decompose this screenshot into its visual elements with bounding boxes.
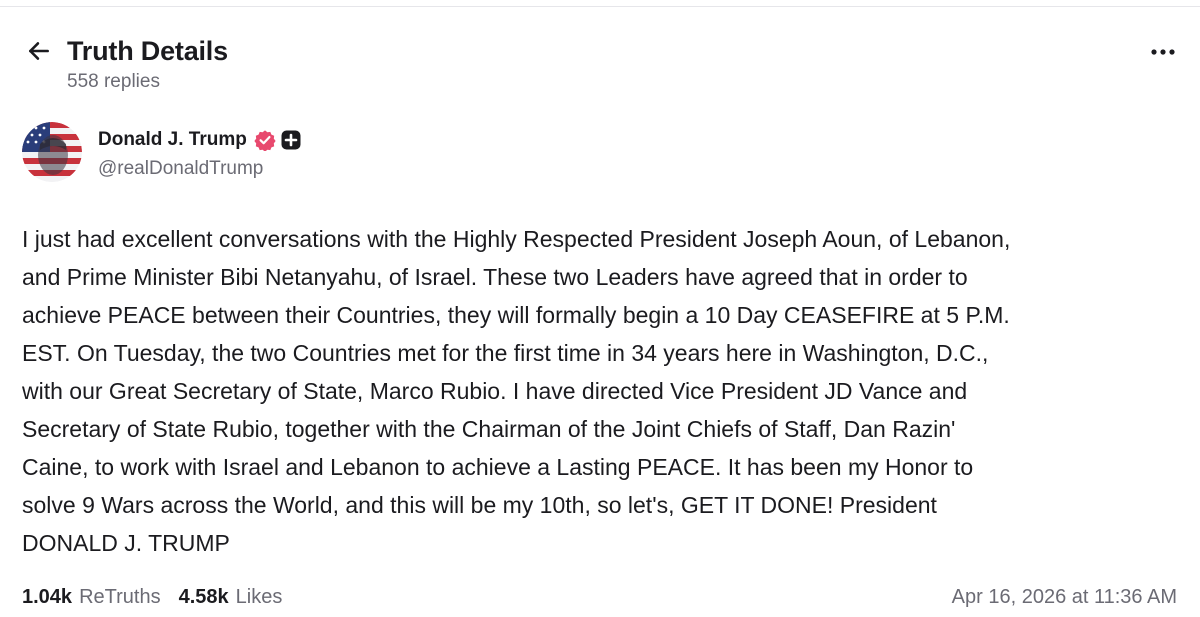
page-title: Truth Details: [67, 36, 228, 66]
likes-stat[interactable]: 4.58k Likes: [179, 584, 283, 610]
back-button[interactable]: [22, 34, 56, 68]
reply-count: 558 replies: [67, 71, 160, 92]
retruths-label: ReTruths: [79, 586, 161, 608]
page-header: Truth Details 558 replies: [22, 30, 1178, 100]
verified-badge-icon: [254, 129, 276, 151]
likes-label: Likes: [235, 586, 283, 608]
retruths-count: 1.04k: [22, 586, 73, 608]
author-name-row: Donald J. Trump: [98, 126, 301, 154]
more-horizontal-icon: [1151, 49, 1175, 55]
author-handle[interactable]: @realDonaldTrump: [98, 158, 263, 180]
likes-count: 4.58k: [178, 586, 229, 608]
arrow-left-icon: [29, 42, 49, 60]
post-timestamp: Apr 16, 2026 at 11:36 AM: [951, 586, 1177, 608]
author-display-name[interactable]: Donald J. Trump: [98, 129, 247, 151]
avatar-image-icon: [22, 122, 82, 182]
retruths-stat[interactable]: 1.04k ReTruths: [22, 584, 161, 610]
post-stats: 1.04k ReTruths 4.58k Likes: [22, 584, 300, 610]
post-text: I just had excellent conversations with …: [22, 226, 1011, 556]
more-options-button[interactable]: [1148, 40, 1178, 64]
post-author: Donald J. Trump @realDonaldTrump: [22, 122, 622, 186]
plus-badge-icon: [281, 130, 301, 150]
top-divider: [0, 6, 1200, 7]
avatar[interactable]: [22, 122, 82, 182]
